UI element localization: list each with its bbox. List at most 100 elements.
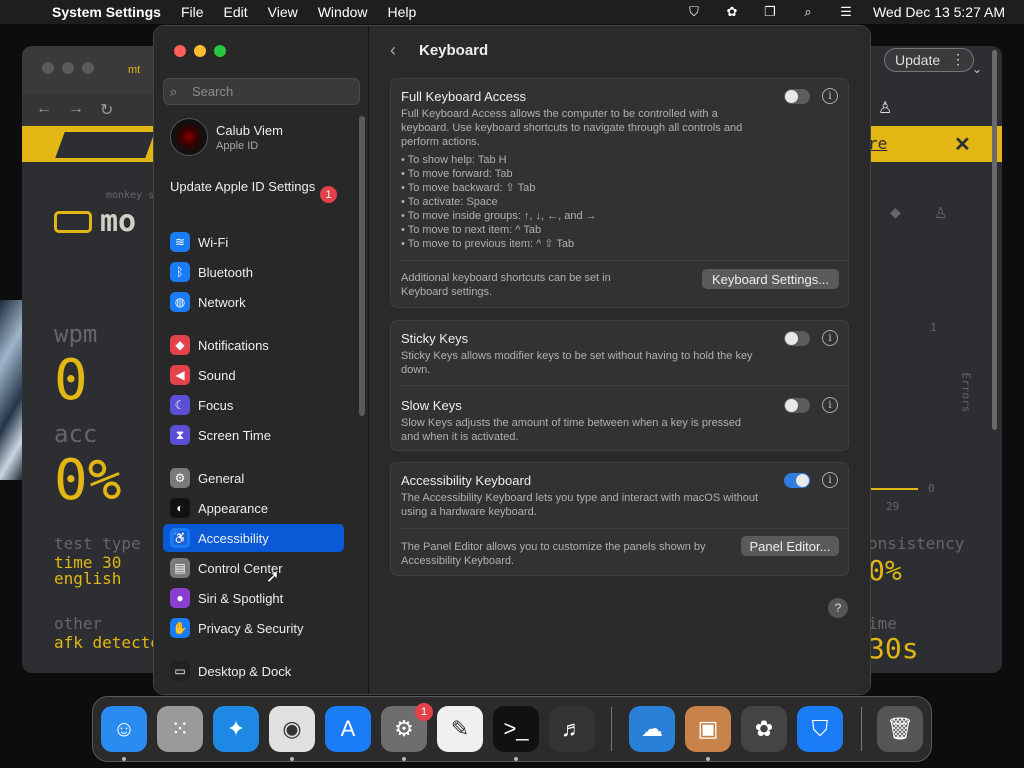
chrome-icon[interactable]: ◉: [269, 706, 315, 752]
sidebar-item-sound[interactable]: ◀ Sound: [163, 361, 344, 389]
sticky-keys-info-icon[interactable]: i: [822, 330, 838, 346]
zoom-button[interactable]: [214, 45, 226, 57]
running-indicator: [514, 757, 518, 761]
app-menu[interactable]: System Settings: [52, 4, 161, 20]
browser-tab-title[interactable]: mt: [128, 64, 140, 76]
sidebar-item-general[interactable]: ⚙ General: [163, 464, 344, 492]
close-banner-icon[interactable]: ✕: [954, 132, 971, 157]
shield-vpn-icon[interactable]: ⛉: [797, 706, 843, 752]
browser-close-dot[interactable]: [42, 62, 54, 74]
keyboard-pane: ‹ Keyboard Full Keyboard Access i Full K…: [370, 26, 870, 694]
moon-icon: ☾: [170, 395, 190, 415]
menu-file[interactable]: File: [181, 4, 204, 20]
slow-keys-toggle[interactable]: [784, 398, 810, 413]
search-icon: ⌕: [170, 83, 178, 99]
spotlight-search-icon[interactable]: ⌕: [797, 4, 819, 20]
dock: ☺ ⁙ ✦ ◉ A ⚙ ✎ >_ ♬ ☁ ▣ ✿ ⛉ 🗑 1: [92, 696, 932, 762]
menu-view[interactable]: View: [268, 4, 298, 20]
sticky-keys-toggle[interactable]: [784, 331, 810, 346]
acc-kb-info-icon[interactable]: i: [822, 472, 838, 488]
profile-icon[interactable]: ♙: [878, 98, 892, 118]
menubar-clock[interactable]: Wed Dec 13 5:27 AM: [873, 4, 1005, 20]
panel-editor-button[interactable]: Panel Editor...: [741, 536, 839, 556]
garageband-icon[interactable]: ♬: [549, 706, 595, 752]
accessibility-keyboard-card: Accessibility Keyboard i The Accessibili…: [390, 462, 849, 576]
sidebar-item-desktop-dock[interactable]: ▭ Desktop & Dock: [163, 657, 344, 685]
sidebar-item-label: General: [198, 470, 245, 486]
search-input[interactable]: [192, 84, 352, 99]
banner-link[interactable]: re: [868, 134, 887, 153]
browser-minimize-dot[interactable]: [62, 62, 74, 74]
sidebar-item-control-center[interactable]: ▤ Control Center: [163, 554, 344, 582]
notification-bell-icon[interactable]: ◆: [890, 204, 901, 221]
menu-edit[interactable]: Edit: [224, 4, 248, 20]
dock-separator: [611, 707, 612, 751]
chart-axis-one: 1: [930, 321, 937, 334]
more-icon[interactable]: ⋮: [951, 51, 965, 68]
sidebar-item-focus[interactable]: ☾ Focus: [163, 391, 344, 419]
keyboard-settings-button[interactable]: Keyboard Settings...: [702, 269, 839, 289]
minimize-button[interactable]: [194, 45, 206, 57]
menu-help[interactable]: Help: [388, 4, 417, 20]
sidebar-item-wi-fi[interactable]: ≋ Wi-Fi: [163, 228, 344, 256]
chevron-left-icon[interactable]: ‹: [390, 40, 396, 61]
terminal-icon[interactable]: >_: [493, 706, 539, 752]
reload-icon[interactable]: ↻: [100, 100, 113, 120]
menu-window[interactable]: Window: [318, 4, 368, 20]
finder-icon[interactable]: ☺: [101, 706, 147, 752]
fka-toggle[interactable]: [784, 89, 810, 104]
pane-header: ‹ Keyboard: [370, 26, 870, 76]
logo-subtitle: monkey s: [106, 190, 155, 201]
system-settings-window[interactable]: ⌕ Calub Viem Apple ID Update Apple ID Se…: [154, 26, 870, 694]
wallpaper-fragment: [0, 300, 24, 480]
sidebar-item-appearance[interactable]: ◐ Appearance: [163, 494, 344, 522]
sidebar-item-accessibility[interactable]: ♿ Accessibility: [163, 524, 344, 552]
sidebar-scrollbar[interactable]: [359, 116, 365, 416]
help-button[interactable]: ?: [828, 598, 848, 618]
search-field[interactable]: ⌕: [163, 78, 360, 105]
archive-icon[interactable]: ▣: [685, 706, 731, 752]
slow-keys-info-icon[interactable]: i: [822, 397, 838, 413]
forward-arrow-icon[interactable]: →: [68, 100, 84, 118]
browser-zoom-dot[interactable]: [82, 62, 94, 74]
control-center-icon: ▤: [170, 558, 190, 578]
close-button[interactable]: [174, 45, 186, 57]
sidebar-item-siri-spotlight[interactable]: ● Siri & Spotlight: [163, 584, 344, 612]
sidebar-item-notifications[interactable]: ◆ Notifications: [163, 331, 344, 359]
sidebar-item-screen-time[interactable]: ⧗ Screen Time: [163, 421, 344, 449]
textedit-icon[interactable]: ✎: [437, 706, 483, 752]
sidebar-item-label: Screen Time: [198, 427, 271, 443]
monkeytype-logo[interactable]: mo: [54, 204, 136, 239]
control-center-status-icon[interactable]: ☰: [835, 4, 857, 20]
trash-icon[interactable]: 🗑: [877, 706, 923, 752]
app-store-icon[interactable]: A: [325, 706, 371, 752]
safari-icon[interactable]: ✦: [213, 706, 259, 752]
apple-id-profile[interactable]: Calub Viem Apple ID: [170, 118, 283, 156]
fka-additional-text: Additional keyboard shortcuts can be set…: [401, 272, 611, 298]
acc-kb-title: Accessibility Keyboard: [401, 473, 532, 488]
screens-status-icon[interactable]: ❐: [759, 4, 781, 20]
bluetooth-icon: ᛒ: [170, 262, 190, 282]
wpm-label: wpm: [54, 320, 98, 348]
sidebar-item-privacy-security[interactable]: ✋ Privacy & Security: [163, 614, 344, 642]
browser-scrollbar[interactable]: [992, 50, 997, 430]
shield-status-icon[interactable]: ⛉: [683, 4, 705, 20]
bee-status-icon[interactable]: ✿: [721, 4, 743, 20]
settings-sidebar: ⌕ Calub Viem Apple ID Update Apple ID Se…: [154, 26, 369, 694]
browser-update-button[interactable]: Update ⋮: [884, 48, 974, 72]
fka-info-icon[interactable]: i: [822, 88, 838, 104]
acc-kb-toggle[interactable]: [784, 473, 810, 488]
chevron-down-icon[interactable]: ⌄: [972, 62, 982, 76]
wpm-value: 0: [54, 348, 88, 413]
sidebar-item-bluetooth[interactable]: ᛒ Bluetooth: [163, 258, 344, 286]
bee-icon[interactable]: ✿: [741, 706, 787, 752]
weather-icon[interactable]: ☁: [629, 706, 675, 752]
globe-icon: ◍: [170, 292, 190, 312]
update-apple-id-item[interactable]: Update Apple ID Settings: [170, 179, 320, 195]
launchpad-icon[interactable]: ⁙: [157, 706, 203, 752]
running-indicator: [706, 757, 710, 761]
sidebar-item-network[interactable]: ◍ Network: [163, 288, 344, 316]
sidebar-item-label: Privacy & Security: [198, 620, 304, 636]
account-icon[interactable]: ♙: [934, 204, 947, 222]
back-arrow-icon[interactable]: ←: [36, 100, 52, 118]
